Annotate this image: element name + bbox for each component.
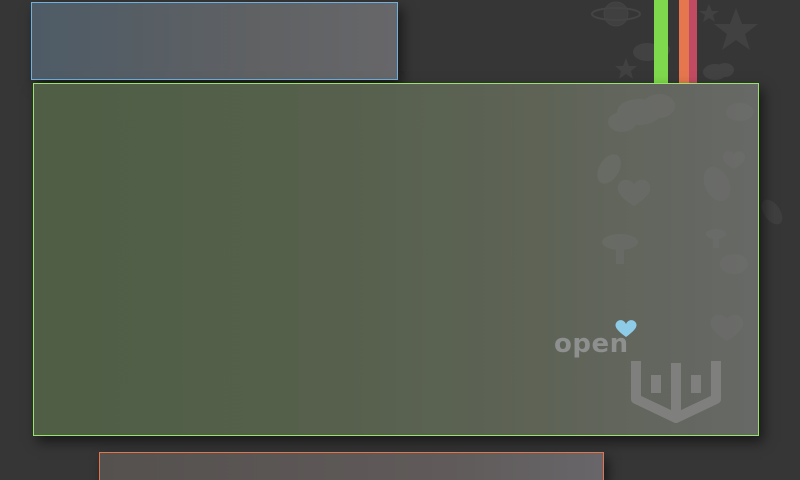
planet-icon: [591, 1, 641, 27]
bird-icon: [720, 254, 748, 274]
mushroom-icon: [602, 229, 726, 264]
main-panel[interactable]: open: [33, 83, 759, 436]
open-logo: open: [554, 319, 734, 429]
top-panel[interactable]: [31, 2, 398, 80]
bottom-panel[interactable]: [99, 452, 604, 480]
box-logo-icon: [631, 361, 721, 423]
leaf-icon: [761, 199, 783, 225]
leaf-icon: [597, 154, 731, 202]
desktop-screen: open: [0, 0, 800, 480]
cloud-icon: [608, 94, 754, 132]
